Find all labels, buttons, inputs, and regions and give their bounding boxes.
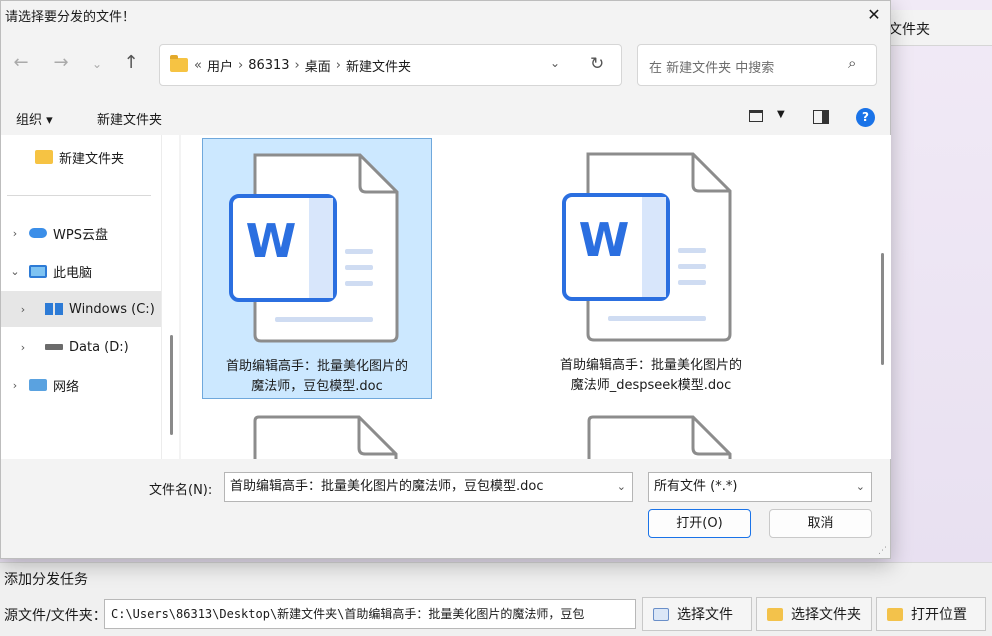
- filename-value: 首助编辑高手：批量美化图片的魔法师，豆包模型.doc: [230, 479, 544, 494]
- open-location-label: 打开位置: [911, 607, 967, 623]
- source-label: 源文件/文件夹：: [4, 608, 107, 624]
- chevron-right-icon[interactable]: ›: [1, 379, 29, 392]
- file-scrollbar[interactable]: [874, 135, 891, 459]
- nav-scrollbar[interactable]: [161, 135, 179, 459]
- filetype-select[interactable]: 所有文件 (*.*) ⌄: [648, 472, 872, 502]
- folder-icon: [170, 55, 188, 72]
- drive-icon: [45, 344, 63, 350]
- background-tab-label: 文件夹: [888, 22, 930, 38]
- task-title: 添加分发任务: [4, 572, 88, 588]
- word-document-icon: [587, 415, 732, 459]
- organize-menu[interactable]: 组织 ▾: [16, 109, 53, 128]
- chevron-right-icon[interactable]: ›: [238, 58, 243, 73]
- chevron-down-icon[interactable]: ⌄: [856, 473, 865, 501]
- file-name: 首助编辑高手：批量美化图片的 魔法师_despseek模型.doc: [536, 356, 766, 396]
- help-icon[interactable]: ?: [856, 108, 875, 127]
- breadcrumb-item[interactable]: 桌面: [305, 56, 331, 75]
- word-document-icon: [253, 415, 398, 459]
- network-icon: [29, 379, 47, 391]
- source-path-input[interactable]: C:\Users\86313\Desktop\新建文件夹\首助编辑高手：批量美化…: [104, 599, 636, 629]
- background-tab[interactable]: 文件夹: [880, 10, 992, 46]
- back-arrow-icon[interactable]: ←: [9, 52, 33, 73]
- close-button[interactable]: ✕: [863, 4, 885, 26]
- folder-icon: [35, 150, 53, 164]
- chevron-right-icon[interactable]: ›: [336, 58, 341, 73]
- chevron-right-icon[interactable]: ›: [1, 227, 29, 240]
- file-name-line: 首助编辑高手：批量美化图片的: [559, 358, 742, 373]
- filename-input[interactable]: 首助编辑高手：批量美化图片的魔法师，豆包模型.doc ⌄: [224, 472, 633, 502]
- address-dropdown-icon[interactable]: ⌄: [550, 56, 560, 70]
- search-input[interactable]: 在 新建文件夹 中搜索 ⌕: [637, 44, 877, 86]
- filetype-value: 所有文件 (*.*): [654, 479, 738, 494]
- breadcrumb-item[interactable]: 用户: [207, 56, 233, 75]
- preview-pane-icon[interactable]: [813, 110, 829, 124]
- word-letter: W: [246, 214, 297, 268]
- select-folder-button[interactable]: 选择文件夹: [756, 597, 872, 631]
- file-open-dialog: 请选择要分发的文件！ ✕ ← → ⌄ ↑ « 用户 › 86313 › 桌面 ›…: [0, 0, 891, 559]
- select-file-label: 选择文件: [677, 607, 733, 623]
- nav-item-windows-c[interactable]: › Windows (C:): [1, 291, 161, 327]
- nav-divider: [7, 195, 151, 196]
- file-list: W 首助编辑高手：批量美化图片的 魔法师，豆包模型.doc W 首助编辑高手：批…: [181, 135, 874, 459]
- cancel-button[interactable]: 取消: [769, 509, 872, 538]
- word-letter: W: [579, 213, 630, 267]
- breadcrumb-item[interactable]: 86313: [248, 58, 289, 73]
- nav-item-label: 网络: [53, 379, 80, 395]
- nav-item-label: Data (D:): [69, 339, 129, 355]
- folder-icon: [767, 607, 783, 621]
- nav-item-wps-cloud[interactable]: › WPS云盘: [1, 215, 161, 251]
- breadcrumb-item[interactable]: 新建文件夹: [346, 56, 411, 75]
- nav-item-label: 新建文件夹: [59, 151, 125, 167]
- search-placeholder: 在 新建文件夹 中搜索: [649, 61, 775, 76]
- chevron-right-icon[interactable]: ›: [295, 58, 300, 73]
- file-item[interactable]: W 首助编辑高手：批量美化图片的 魔法师，豆包模型.doc: [202, 138, 432, 399]
- file-item[interactable]: W 首助编辑高手：批量美化图片的 魔法师_despseek模型.doc: [536, 138, 766, 399]
- word-document-icon: W: [562, 152, 732, 342]
- word-document-icon: W: [229, 153, 399, 343]
- file-scrollbar-thumb[interactable]: [881, 253, 884, 365]
- windows-drive-icon: [45, 303, 63, 315]
- select-folder-label: 选择文件夹: [791, 607, 861, 623]
- nav-item-new-folder[interactable]: 新建文件夹: [1, 139, 161, 175]
- file-name-line: 首助编辑高手：批量美化图片的: [225, 359, 408, 374]
- chevron-down-icon[interactable]: ⌄: [617, 473, 626, 501]
- file-name-line: 魔法师，豆包模型.doc: [251, 379, 383, 394]
- breadcrumb-overflow[interactable]: «: [194, 58, 202, 73]
- chevron-right-icon[interactable]: ›: [1, 341, 45, 354]
- up-arrow-icon[interactable]: ↑: [119, 52, 143, 73]
- resize-grip-icon[interactable]: ⋰: [878, 546, 887, 556]
- refresh-icon[interactable]: ↻: [590, 54, 604, 74]
- nav-item-label: WPS云盘: [53, 227, 108, 243]
- search-icon[interactable]: ⌕: [848, 54, 856, 72]
- open-button[interactable]: 打开(O): [648, 509, 751, 538]
- address-bar[interactable]: « 用户 › 86313 › 桌面 › 新建文件夹 ⌄ ↻: [159, 44, 622, 86]
- folder-icon: [887, 607, 903, 621]
- file-name: 首助编辑高手：批量美化图片的 魔法师，豆包模型.doc: [203, 357, 431, 397]
- dialog-title: 请选择要分发的文件！: [5, 10, 136, 25]
- doc-icon: [653, 607, 669, 621]
- view-icon[interactable]: [749, 110, 763, 122]
- open-location-button[interactable]: 打开位置: [876, 597, 986, 631]
- nav-item-label: 此电脑: [53, 265, 93, 281]
- nav-item-this-pc[interactable]: ⌄ 此电脑: [1, 253, 161, 289]
- chevron-down-icon[interactable]: ⌄: [1, 265, 29, 278]
- nav-item-network[interactable]: › 网络: [1, 367, 161, 403]
- cloud-icon: [29, 228, 47, 238]
- nav-item-data-d[interactable]: › Data (D:): [1, 329, 161, 365]
- filename-label: 文件名(N):: [149, 483, 213, 498]
- recent-locations-chevron-icon[interactable]: ⌄: [85, 57, 109, 71]
- nav-scrollbar-thumb[interactable]: [170, 335, 173, 435]
- file-name-line: 魔法师_despseek模型.doc: [570, 378, 732, 393]
- forward-arrow-icon[interactable]: →: [49, 52, 73, 73]
- navigation-pane: 新建文件夹 › WPS云盘 ⌄ 此电脑 › Windows (C:) › Dat…: [1, 135, 161, 459]
- computer-icon: [29, 264, 47, 278]
- new-folder-button[interactable]: 新建文件夹: [97, 109, 162, 128]
- select-file-button[interactable]: 选择文件: [642, 597, 752, 631]
- chevron-right-icon[interactable]: ›: [1, 303, 45, 316]
- view-dropdown-icon[interactable]: ▼: [777, 109, 785, 120]
- nav-item-label: Windows (C:): [69, 301, 155, 317]
